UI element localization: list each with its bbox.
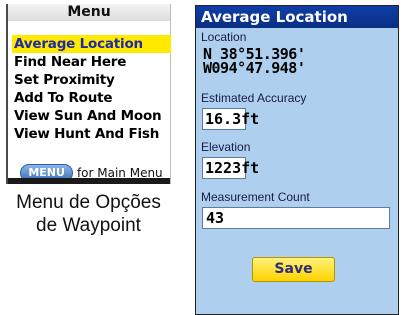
caption-line-1: Menu de Opções [16,192,161,213]
elevation-field: 1223ft [202,157,259,179]
menu-item-find-near-here[interactable]: Find Near Here [12,53,171,71]
menu-item-view-hunt-and-fish[interactable]: View Hunt And Fish [12,125,171,143]
menu-item-set-proximity[interactable]: Set Proximity [12,71,171,89]
accuracy-label: Estimated Accuracy [201,91,307,105]
average-location-screen: Average Location Location N 38°51.396' W… [195,5,399,315]
average-location-body: Location N 38°51.396' W094°47.948' Estim… [196,28,398,314]
measurement-count-section: Measurement Count 43 [196,188,398,314]
longitude-value: W094°47.948' [203,59,306,77]
waypoint-options-menu: Menu Average Location Find Near Here Set… [6,4,171,184]
menu-item-view-sun-and-moon[interactable]: View Sun And Moon [12,107,171,125]
menu-item-average-location[interactable]: Average Location [12,35,171,53]
measurement-count-label: Measurement Count [201,190,310,204]
elevation-label: Elevation [201,140,251,154]
location-label: Location [201,30,247,44]
save-button[interactable]: Save [252,257,335,282]
menu-list: Average Location Find Near Here Set Prox… [12,35,171,143]
location-section: Location N 38°51.396' W094°47.948' [196,28,398,89]
figure-caption: Menu de Opções de Waypoint [6,191,171,237]
measurement-count-field: 43 [202,207,390,229]
menu-title: Menu [8,4,170,21]
screen-title: Average Location [201,8,348,26]
title-bar: Average Location [196,6,398,28]
caption-line-2: de Waypoint [36,215,141,236]
elevation-section: Elevation 1223ft [196,138,398,188]
menu-item-add-to-route[interactable]: Add To Route [12,89,171,107]
menu-bottom-strip [8,178,170,184]
accuracy-section: Estimated Accuracy 16.3ft [196,89,398,138]
accuracy-field: 16.3ft [202,108,259,130]
